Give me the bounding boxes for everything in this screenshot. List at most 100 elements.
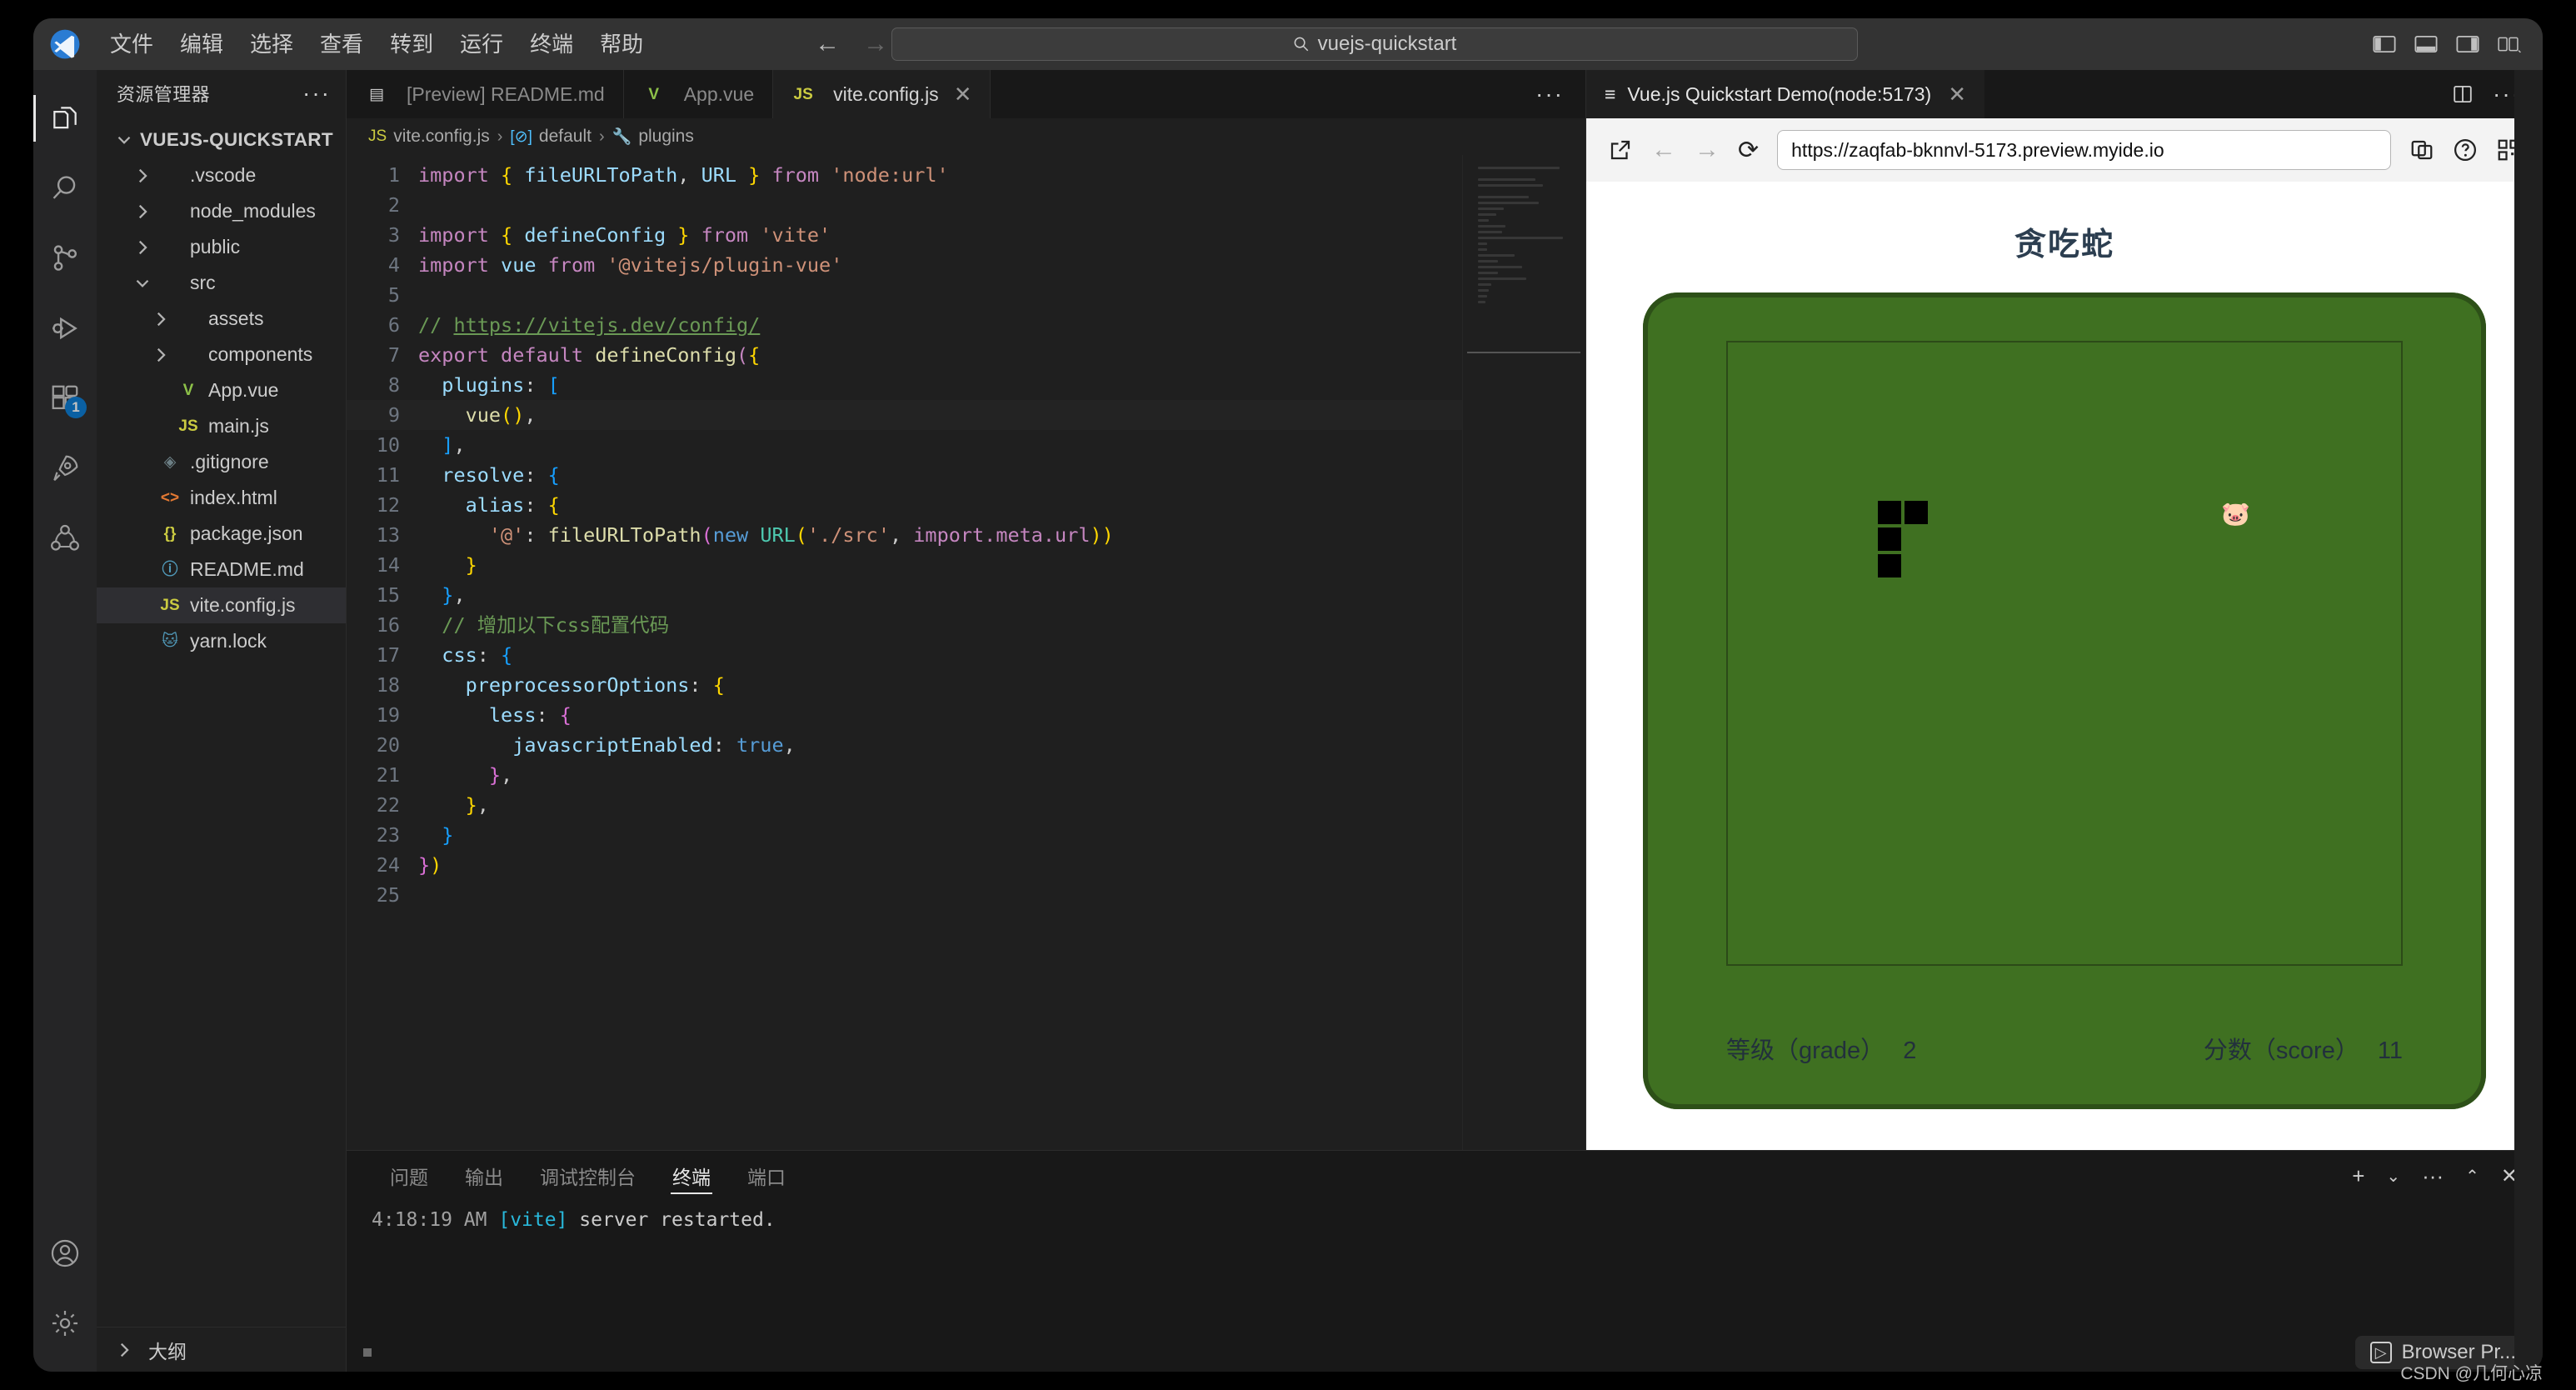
- toggle-panel-icon[interactable]: [2414, 34, 2438, 54]
- line-number: 13: [376, 523, 400, 547]
- menu-view[interactable]: 查看: [307, 28, 377, 60]
- code-line: 4 import vue from '@vitejs/plugin-vue': [347, 250, 1585, 280]
- breadcrumb-item-vite-config-js[interactable]: JS vite.config.js: [368, 127, 490, 147]
- html-icon: <>: [160, 489, 180, 507]
- tree-item-node-modules[interactable]: node_modules: [97, 193, 346, 229]
- tree-item-label: README.md: [190, 558, 304, 580]
- line-content: // https://vitejs.dev/config/: [418, 313, 761, 337]
- editor-top-row: ▤ [Preview] README.md V App.vue JS vite.confi…: [347, 70, 2543, 1150]
- line-number: 12: [376, 493, 400, 517]
- explorer-more-actions[interactable]: ···: [302, 81, 331, 104]
- go-forward-icon[interactable]: →: [863, 32, 888, 57]
- minimap-slider[interactable]: [1467, 352, 1580, 353]
- line-number: 20: [376, 733, 400, 757]
- score-display: 分数（score） 11: [2204, 1031, 2403, 1066]
- editor-tab-app-vue[interactable]: V App.vue: [623, 70, 774, 118]
- breadcrumb-item-default[interactable]: [⊘] default: [510, 127, 592, 147]
- preview-tab[interactable]: ≡ Vue.js Quickstart Demo(node:5173) ✕: [1586, 70, 1984, 118]
- customize-layout-icon[interactable]: [2498, 34, 2521, 54]
- editor-tabs-more[interactable]: ···: [1535, 70, 1585, 118]
- tree-item-app-vue[interactable]: V App.vue: [97, 372, 346, 408]
- activitybar-extensions[interactable]: 1: [33, 363, 97, 433]
- menu-bar: 文件 编辑 选择 查看 转到 运行 终端 帮助: [97, 28, 656, 60]
- activitybar-run-and-debug[interactable]: [33, 293, 97, 363]
- toggle-secondary-sidebar-icon[interactable]: [2456, 34, 2479, 54]
- activitybar-live-share[interactable]: [33, 503, 97, 573]
- line-content: }: [442, 823, 454, 847]
- tree-item-yarn-lock[interactable]: 🐱 yarn.lock: [97, 623, 346, 659]
- menu-terminal[interactable]: 终端: [517, 28, 587, 60]
- preview-url-input[interactable]: https://zaqfab-bknnvl-5173.preview.myide…: [1777, 130, 2391, 170]
- terminal-timestamp: 4:18:19 AM: [372, 1209, 487, 1231]
- line-number: 16: [376, 613, 400, 637]
- tree-item-readme-md[interactable]: ⓘ README.md: [97, 552, 346, 588]
- code-lines: 1 import { fileURLToPath, URL } from 'nod…: [347, 155, 1585, 910]
- tree-item-vscode[interactable]: .vscode: [97, 158, 346, 193]
- tree-item-package-json[interactable]: {} package.json: [97, 516, 346, 552]
- open-external-icon[interactable]: [1608, 138, 1633, 162]
- score-label: 分数（score）: [2203, 1038, 2359, 1064]
- toggle-primary-sidebar-icon[interactable]: [2373, 34, 2396, 54]
- activitybar-accounts[interactable]: [33, 1218, 97, 1288]
- help-icon[interactable]: [2453, 138, 2478, 162]
- tree-item-label: .gitignore: [190, 451, 269, 472]
- search-value: vuejs-quickstart: [1317, 32, 1457, 55]
- panel-tab-3[interactable]: 终端: [654, 1151, 729, 1201]
- tree-item-vite-config-js[interactable]: JS vite.config.js: [97, 588, 346, 623]
- debug-icon: [52, 317, 77, 340]
- minimap[interactable]: [1462, 155, 1585, 1150]
- code-line: 1 import { fileURLToPath, URL } from 'nod…: [347, 160, 1585, 190]
- code-line: 21 },: [347, 760, 1585, 790]
- panel-tab-1[interactable]: 输出: [447, 1151, 522, 1201]
- activitybar-remote-explorer[interactable]: [33, 433, 97, 503]
- game-board[interactable]: 😡 🐷 等级（grade） 2 分数（score） 11: [1643, 292, 2486, 1109]
- preview-tab-menu-icon[interactable]: ≡: [1605, 83, 1615, 106]
- tree-item-assets[interactable]: assets: [97, 301, 346, 337]
- editor-tab-close-icon[interactable]: ✕: [954, 82, 972, 108]
- menu-help[interactable]: 帮助: [587, 28, 656, 60]
- activitybar-settings[interactable]: [33, 1288, 97, 1358]
- activitybar-explorer[interactable]: [33, 83, 97, 153]
- preview-reload-icon[interactable]: ⟳: [1738, 136, 1759, 165]
- go-back-icon[interactable]: ←: [815, 32, 840, 57]
- new-terminal-icon[interactable]: +: [2352, 1163, 2364, 1189]
- menu-selection[interactable]: 选择: [237, 28, 307, 60]
- line-number: 8: [387, 373, 400, 397]
- tree-item-components[interactable]: components: [97, 337, 346, 372]
- panel-more-actions-icon[interactable]: ···: [2422, 1163, 2444, 1189]
- tree-root-vuejs-quickstart[interactable]: VUEJS-QUICKSTART: [97, 122, 346, 158]
- editor-tab-vite-config-js[interactable]: JS vite.config.js ✕: [773, 70, 991, 118]
- preview-back-icon[interactable]: ←: [1651, 136, 1676, 164]
- tree-item-gitignore[interactable]: ◈ .gitignore: [97, 444, 346, 480]
- menu-file[interactable]: 文件: [97, 28, 167, 60]
- split-editor-icon[interactable]: [2451, 84, 2474, 104]
- activitybar-source-control[interactable]: [33, 223, 97, 293]
- breadcrumb-item-plugins[interactable]: 🔧 plugins: [612, 127, 694, 147]
- line-number: 24: [376, 853, 400, 877]
- code-editor[interactable]: 1 import { fileURLToPath, URL } from 'nod…: [347, 155, 1585, 1150]
- line-content: ],: [442, 433, 466, 457]
- tree-item-index-html[interactable]: <> index.html: [97, 480, 346, 516]
- terminal-output[interactable]: 4:18:19 AM [vite] server restarted.: [347, 1201, 2543, 1333]
- editor-tab-preview-readme-md[interactable]: ▤ [Preview] README.md: [347, 70, 624, 118]
- preview-tab-close-icon[interactable]: ✕: [1948, 82, 1966, 108]
- tree-item-public[interactable]: public: [97, 229, 346, 265]
- panel-tab-4[interactable]: 端口: [729, 1151, 804, 1201]
- terminal-dropdown-icon[interactable]: ⌄: [2386, 1166, 2400, 1187]
- line-content: resolve: {: [442, 463, 560, 487]
- panel-tab-2[interactable]: 调试控制台: [522, 1151, 654, 1201]
- activitybar-search[interactable]: [33, 153, 97, 223]
- menu-run[interactable]: 运行: [447, 28, 517, 60]
- tree-item-label: vite.config.js: [190, 594, 296, 616]
- outline-section-header[interactable]: 大纲: [97, 1327, 346, 1372]
- command-center-search[interactable]: vuejs-quickstart: [891, 28, 1858, 61]
- preview-tab-label: Vue.js Quickstart Demo(node:5173): [1627, 82, 1932, 105]
- maximize-panel-icon[interactable]: ⌃: [2465, 1166, 2479, 1187]
- menu-edit[interactable]: 编辑: [167, 28, 237, 60]
- tree-item-src[interactable]: src: [97, 265, 346, 301]
- panel-tab-0[interactable]: 问题: [372, 1151, 447, 1201]
- menu-go[interactable]: 转到: [377, 28, 447, 60]
- tree-item-main-js[interactable]: JS main.js: [97, 408, 346, 444]
- preview-forward-icon[interactable]: →: [1695, 136, 1720, 164]
- devices-icon[interactable]: [2409, 138, 2434, 162]
